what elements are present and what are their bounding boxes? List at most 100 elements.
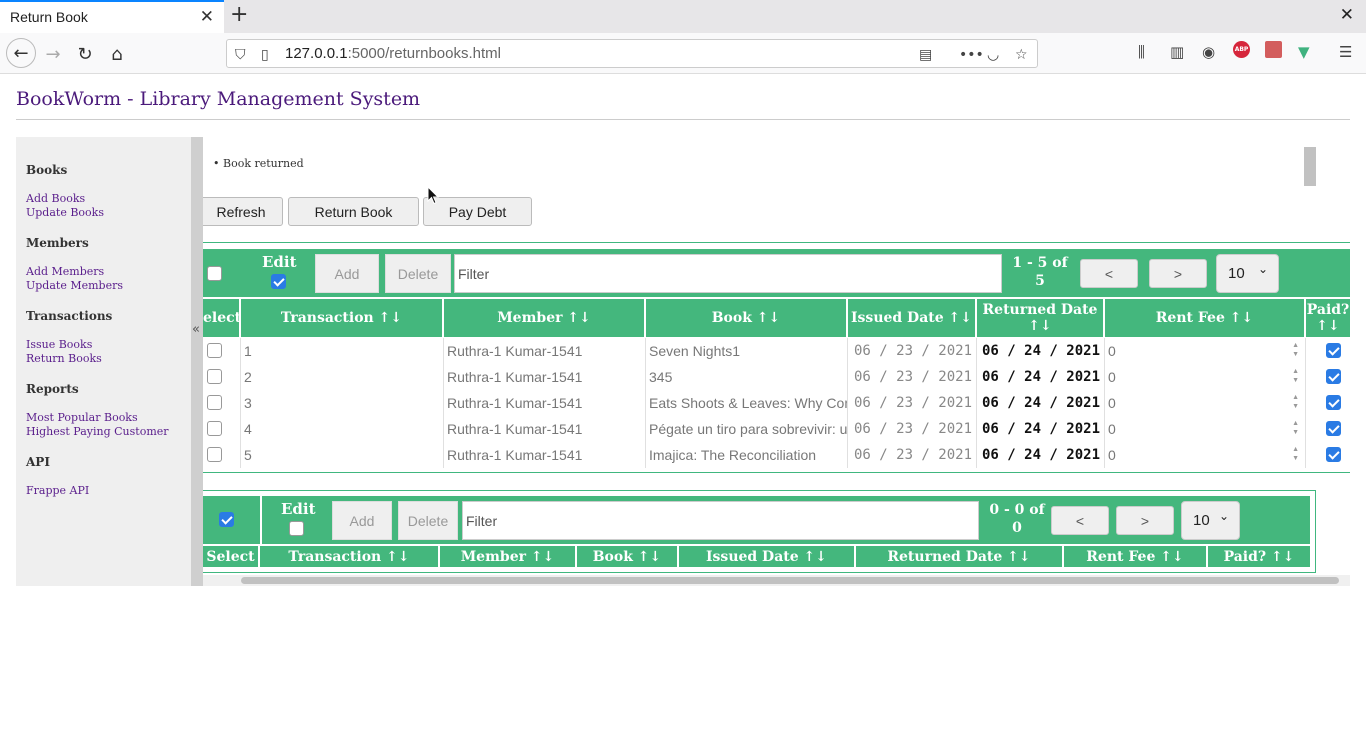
reload-icon[interactable]: ↻ <box>71 40 99 68</box>
cell-member[interactable]: Ruthra-1 Kumar-1541 <box>444 390 646 416</box>
cell-book[interactable]: Pégate un tiro para sobrevivir: un viaje… <box>646 416 848 442</box>
pay-debt-button[interactable]: Pay Debt <box>423 197 532 226</box>
cell-rent-fee[interactable]: 0 ▲ ▼ <box>1105 338 1306 364</box>
reader-view-icon[interactable]: ▤ <box>919 47 932 63</box>
bookmark-star-icon[interactable]: ☆ <box>1015 47 1028 63</box>
paid-col-header-paid[interactable]: Paid? ↑↓ <box>1208 546 1310 567</box>
paid-checkbox[interactable] <box>1326 421 1341 436</box>
col-header-member[interactable]: Member ↑↓ <box>444 299 646 337</box>
sidebar-link-add-books[interactable]: Add Books <box>26 192 85 205</box>
paid-page-size-select[interactable]: 10 ⌄ <box>1181 501 1240 540</box>
col-header-returned-date[interactable]: Returned Date ↑↓ <box>977 299 1105 337</box>
home-icon[interactable]: ⌂ <box>103 40 131 68</box>
vue-devtools-icon[interactable]: ▼ <box>1298 43 1310 61</box>
sidebar-link-issue-books[interactable]: Issue Books <box>26 338 92 351</box>
sidebar-collapse-handle[interactable]: « <box>191 137 203 586</box>
cell-member[interactable]: Ruthra-1 Kumar-1541 <box>444 338 646 364</box>
browser-tab-active[interactable]: Return Book ✕ <box>0 0 224 33</box>
tab-close-icon[interactable]: ✕ <box>200 7 214 27</box>
cell-transaction[interactable]: 4 <box>241 416 444 442</box>
sidebar-link-add-members[interactable]: Add Members <box>26 265 104 278</box>
delete-button[interactable]: Delete <box>385 254 451 293</box>
cell-transaction[interactable]: 5 <box>241 442 444 468</box>
number-spinner-icon[interactable]: ▲ ▼ <box>1292 393 1299 411</box>
cell-rent-fee[interactable]: 0 ▲ ▼ <box>1105 442 1306 468</box>
paid-checkbox[interactable] <box>1326 395 1341 410</box>
page-actions-icon[interactable]: ••• <box>959 47 984 63</box>
paid-checkbox[interactable] <box>1326 369 1341 384</box>
paid-col-header-rent-fee[interactable]: Rent Fee ↑↓ <box>1064 546 1208 567</box>
cell-returned-date[interactable]: 06 / 24 / 2021× <box>977 416 1105 442</box>
paid-edit-mode-checkbox[interactable] <box>289 521 304 536</box>
menu-hamburger-icon[interactable]: ☰ <box>1339 43 1352 61</box>
cell-issued-date[interactable]: 06 / 23 / 2021× <box>848 442 977 468</box>
url-text[interactable]: 127.0.0.1:5000/returnbooks.html <box>285 45 501 62</box>
pocket-icon[interactable]: ◡ <box>987 47 999 63</box>
adblock-icon[interactable]: ABP <box>1233 41 1250 58</box>
paid-col-header-member[interactable]: Member ↑↓ <box>440 546 577 567</box>
library-icon[interactable]: ⫼ <box>1138 43 1145 61</box>
col-header-select[interactable]: elect <box>203 299 241 337</box>
row-select-checkbox[interactable] <box>207 369 222 384</box>
number-spinner-icon[interactable]: ▲ ▼ <box>1292 419 1299 437</box>
cell-returned-date[interactable]: 06 / 24 / 2021× <box>977 364 1105 390</box>
sidebar-link-update-books[interactable]: Update Books <box>26 206 104 219</box>
sidebar-link-highest-paying-customer[interactable]: Highest Paying Customer <box>26 425 169 438</box>
cell-transaction[interactable]: 2 <box>241 364 444 390</box>
cell-book[interactable]: Eats Shoots & Leaves: Why Commas Really … <box>646 390 848 416</box>
cell-returned-date[interactable]: 06 / 24 / 2021× <box>977 338 1105 364</box>
col-header-paid[interactable]: Paid? ↑↓ <box>1306 299 1350 337</box>
cell-member[interactable]: Ruthra-1 Kumar-1541 <box>444 442 646 468</box>
sidebar-link-update-members[interactable]: Update Members <box>26 279 123 292</box>
cell-rent-fee[interactable]: 0 ▲ ▼ <box>1105 390 1306 416</box>
paid-col-header-transaction[interactable]: Transaction ↑↓ <box>260 546 440 567</box>
cell-returned-date[interactable]: 06 / 24 / 2021× <box>977 390 1105 416</box>
cell-rent-fee[interactable]: 0 ▲ ▼ <box>1105 416 1306 442</box>
horizontal-scrollbar-thumb[interactable] <box>241 577 1339 584</box>
cell-book[interactable]: Seven Nights1 <box>646 338 848 364</box>
paid-col-header-select[interactable]: Select <box>203 546 260 567</box>
account-icon[interactable]: ◉ <box>1202 43 1215 61</box>
col-header-issued-date[interactable]: Issued Date ↑↓ <box>848 299 977 337</box>
cell-rent-fee[interactable]: 0 ▲ ▼ <box>1105 364 1306 390</box>
cell-issued-date[interactable]: 06 / 23 / 2021× <box>848 364 977 390</box>
row-select-checkbox[interactable] <box>207 421 222 436</box>
cell-transaction[interactable]: 1 <box>241 338 444 364</box>
url-bar[interactable]: ⛉ ▯ 127.0.0.1:5000/returnbooks.html ▤ ••… <box>226 39 1038 68</box>
prev-page-button[interactable]: < <box>1080 259 1138 288</box>
sidebar-link-most-popular-books[interactable]: Most Popular Books <box>26 411 138 424</box>
cell-book[interactable]: 345 <box>646 364 848 390</box>
page-info-icon[interactable]: ▯ <box>261 47 269 63</box>
number-spinner-icon[interactable]: ▲ ▼ <box>1292 341 1299 359</box>
paid-next-page-button[interactable]: > <box>1116 506 1174 535</box>
paid-delete-button[interactable]: Delete <box>398 501 458 540</box>
paid-select-all-checkbox[interactable] <box>219 512 234 527</box>
shield-icon[interactable]: ⛉ <box>235 47 246 63</box>
new-tab-icon[interactable]: + <box>230 2 248 27</box>
paid-prev-page-button[interactable]: < <box>1051 506 1109 535</box>
cell-issued-date[interactable]: 06 / 23 / 2021× <box>848 338 977 364</box>
paid-add-button[interactable]: Add <box>332 501 392 540</box>
edit-mode-checkbox[interactable] <box>271 274 286 289</box>
forward-arrow-icon[interactable]: → <box>39 40 67 68</box>
row-select-checkbox[interactable] <box>207 395 222 410</box>
paid-checkbox[interactable] <box>1326 447 1341 462</box>
row-select-checkbox[interactable] <box>207 343 222 358</box>
cell-issued-date[interactable]: 06 / 23 / 2021× <box>848 390 977 416</box>
paid-col-header-issued-date[interactable]: Issued Date ↑↓ <box>679 546 856 567</box>
select-all-checkbox[interactable] <box>207 266 222 281</box>
sidebar-toggle-icon[interactable]: ▥ <box>1170 43 1184 61</box>
col-header-rent-fee[interactable]: Rent Fee ↑↓ <box>1105 299 1306 337</box>
cell-member[interactable]: Ruthra-1 Kumar-1541 <box>444 416 646 442</box>
number-spinner-icon[interactable]: ▲ ▼ <box>1292 445 1299 463</box>
paid-filter-input[interactable]: Filter <box>462 501 979 540</box>
cell-member[interactable]: Ruthra-1 Kumar-1541 <box>444 364 646 390</box>
cell-issued-date[interactable]: 06 / 23 / 2021× <box>848 416 977 442</box>
return-book-button[interactable]: Return Book <box>288 197 419 226</box>
add-button[interactable]: Add <box>315 254 379 293</box>
cell-returned-date[interactable]: 06 / 24 / 2021× <box>977 442 1105 468</box>
page-size-select[interactable]: 10 ⌄ <box>1216 254 1279 293</box>
row-select-checkbox[interactable] <box>207 447 222 462</box>
paid-col-header-returned-date[interactable]: Returned Date ↑↓ <box>856 546 1064 567</box>
back-arrow-icon[interactable]: ← <box>6 38 36 68</box>
